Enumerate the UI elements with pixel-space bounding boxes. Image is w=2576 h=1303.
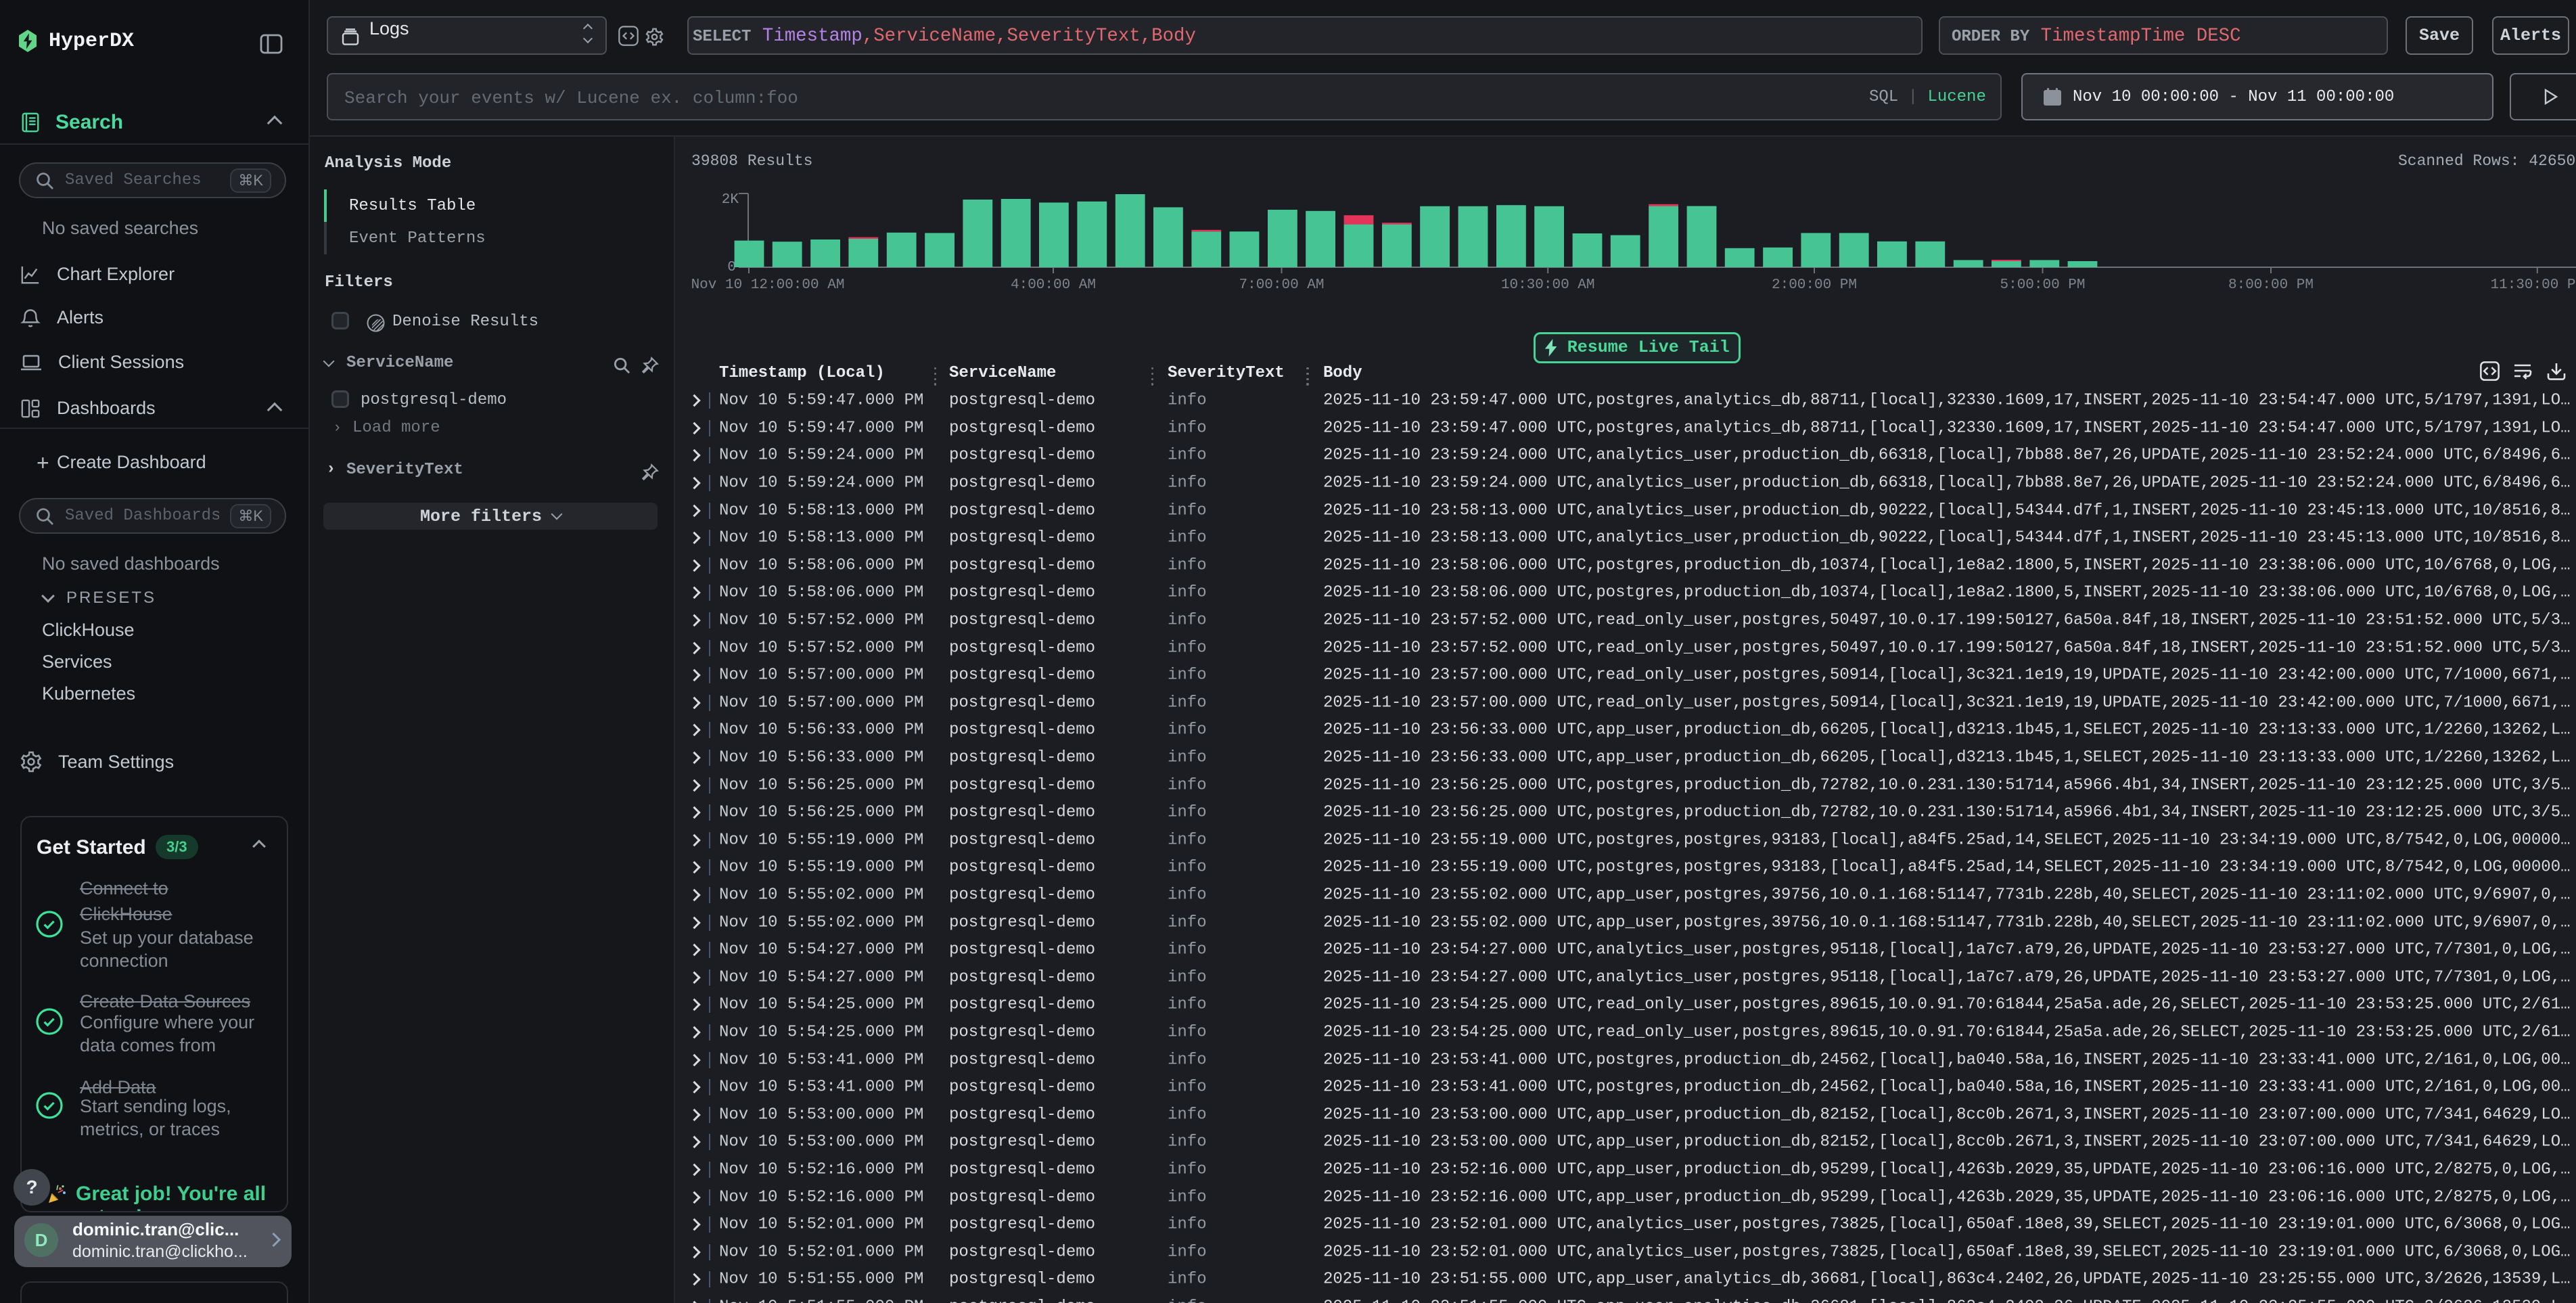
svg-text:2K: 2K bbox=[722, 192, 739, 208]
svg-text:10:30:00 AM: 10:30:00 AM bbox=[1501, 277, 1595, 293]
svg-text:2:00:00 PM: 2:00:00 PM bbox=[1772, 277, 1857, 293]
svg-text:5:00:00 PM: 5:00:00 PM bbox=[2000, 277, 2085, 293]
svg-text:8:00:00 PM: 8:00:00 PM bbox=[2228, 277, 2314, 293]
svg-text:4:00:00 AM: 4:00:00 AM bbox=[1011, 277, 1096, 293]
svg-text:7:00:00 AM: 7:00:00 AM bbox=[1239, 277, 1324, 293]
svg-text:Nov 10 12:00:00 AM: Nov 10 12:00:00 AM bbox=[691, 277, 845, 293]
svg-text:11:30:00 PM: 11:30:00 PM bbox=[2490, 277, 2576, 293]
